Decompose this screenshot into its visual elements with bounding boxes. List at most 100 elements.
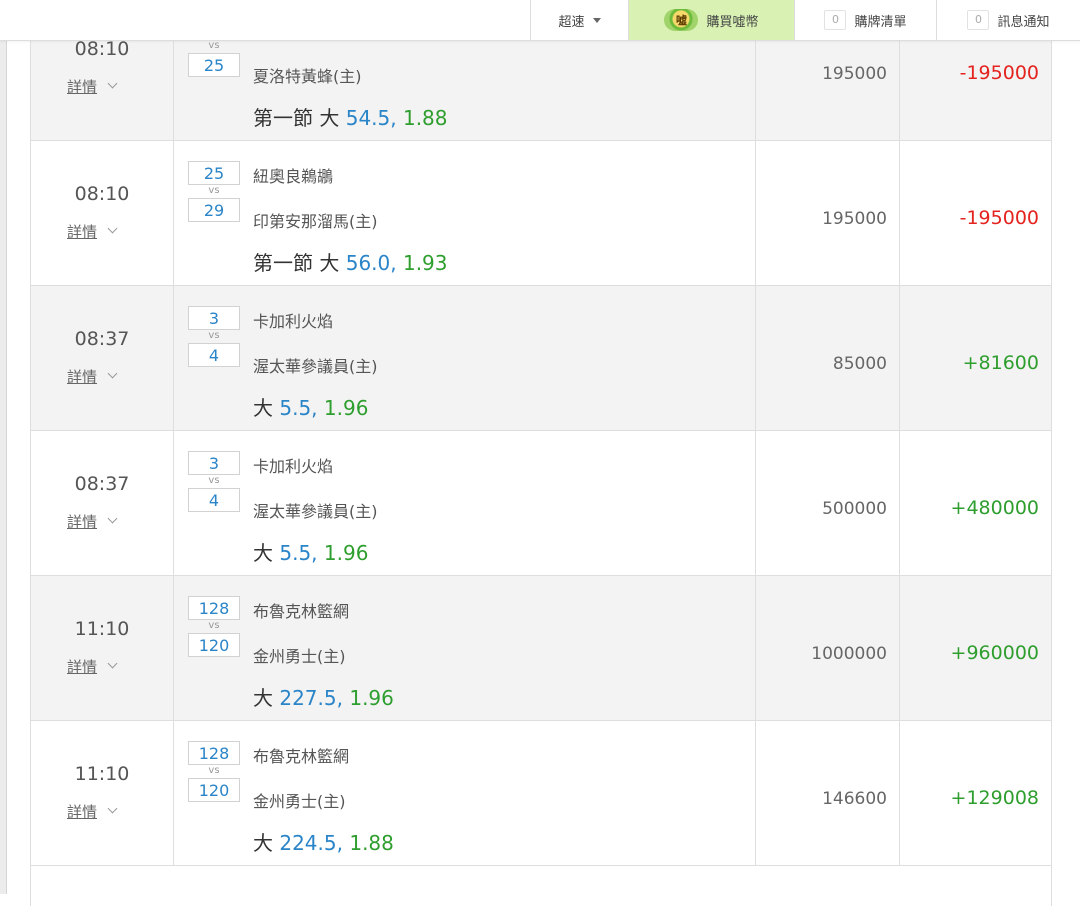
stake-amount: 500000 — [822, 499, 887, 519]
bet-odds: 1.96 — [317, 541, 369, 565]
score-box: 128 vs 120 — [188, 741, 240, 802]
bet-record-row: 11:10 詳情 128 vs 120 布魯克林籃網 金州勇士(主) 大 227… — [30, 576, 1052, 721]
bet-odds: 1.93 — [396, 251, 448, 275]
away-team-name: 紐奧良鵜鶘 — [253, 167, 334, 186]
home-team-name: 渥太華參議員(主) — [253, 357, 378, 376]
vs-label: vs — [208, 475, 220, 486]
score-box: 25 vs 29 — [188, 161, 240, 222]
vs-label: vs — [208, 185, 220, 196]
home-team-name: 金州勇士(主) — [253, 647, 346, 666]
messages-count-badge: 0 — [967, 10, 990, 30]
page-left-border — [0, 0, 7, 894]
home-score: 4 — [188, 488, 240, 512]
away-score: 128 — [188, 596, 240, 620]
bet-odds: 1.88 — [342, 831, 394, 855]
bet-record-row: 11:10 詳情 128 vs 120 布魯克林籃網 金州勇士(主) 大 224… — [30, 721, 1052, 866]
bet-line: 227.5, — [279, 686, 343, 710]
buy-coin-label: 購買噓幣 — [706, 14, 759, 30]
stake-amount: 146600 — [822, 789, 887, 809]
result-amount: +480000 — [950, 497, 1039, 519]
away-team-name: 布魯克林籃網 — [253, 602, 350, 621]
vs-label: vs — [208, 620, 220, 631]
bet-record-row: 08:37 詳情 3 vs 4 卡加利火焰 渥太華參議員(主) 大 5.5, 1… — [30, 286, 1052, 431]
game-time: 08:37 — [74, 328, 130, 350]
speed-label: 超速 — [558, 14, 585, 30]
bet-pick: 大 5.5, 1.96 — [253, 537, 368, 566]
game-time: 08:10 — [74, 38, 130, 60]
detail-label: 詳情 — [67, 368, 98, 386]
result-amount: +960000 — [950, 642, 1039, 664]
result-amount: +81600 — [962, 352, 1039, 374]
detail-toggle[interactable]: 詳情 — [67, 366, 118, 387]
home-team-name: 夏洛特黃蜂(主) — [253, 67, 362, 86]
speed-dropdown[interactable]: 超速 — [530, 0, 628, 40]
chevron-down-icon — [107, 223, 118, 234]
bet-line: 5.5, — [279, 396, 318, 420]
bet-type: 大 — [253, 831, 280, 855]
detail-label: 詳情 — [67, 513, 98, 531]
bet-odds: 1.96 — [317, 396, 369, 420]
detail-toggle[interactable]: 詳情 — [67, 221, 118, 242]
column-divider — [173, 576, 174, 720]
away-team-name: 卡加利火焰 — [253, 312, 334, 331]
bet-record-row: 08:37 詳情 3 vs 4 卡加利火焰 渥太華參議員(主) 大 5.5, 1… — [30, 431, 1052, 576]
detail-label: 詳情 — [67, 803, 98, 821]
result-amount: -195000 — [959, 207, 1039, 229]
home-score: 120 — [188, 633, 240, 657]
bet-list-label: 購牌清單 — [854, 14, 907, 30]
bet-line: 5.5, — [279, 541, 318, 565]
messages-button[interactable]: 0 訊息通知 — [936, 0, 1080, 40]
detail-label: 詳情 — [67, 223, 98, 241]
bet-pick: 大 5.5, 1.96 — [253, 392, 368, 421]
chevron-down-icon — [107, 803, 118, 814]
away-team-name: 卡加利火焰 — [253, 457, 334, 476]
detail-toggle[interactable]: 詳情 — [67, 801, 118, 822]
column-divider — [173, 721, 174, 865]
bet-type: 大 — [253, 541, 280, 565]
bet-type: 第一節 大 — [253, 251, 346, 275]
score-box: 128 vs 120 — [188, 596, 240, 657]
bet-odds: 1.96 — [342, 686, 394, 710]
bet-list-button[interactable]: 0 購牌清單 — [794, 0, 936, 40]
coin-icon: 噓 — [664, 9, 699, 31]
vs-label: vs — [208, 40, 220, 51]
buy-coin-button[interactable]: 噓 購買噓幣 — [628, 0, 794, 40]
result-amount: +129008 — [950, 787, 1039, 809]
bet-line: 56.0, — [345, 251, 397, 275]
detail-label: 詳情 — [67, 78, 98, 96]
home-team-name: 印第安那溜馬(主) — [253, 212, 378, 231]
bet-list-count-badge: 0 — [824, 10, 847, 30]
bet-type: 第一節 大 — [253, 106, 346, 130]
bet-type: 大 — [253, 396, 280, 420]
bet-odds: 1.88 — [396, 106, 448, 130]
bet-pick: 第一節 大 56.0, 1.93 — [253, 247, 448, 276]
bet-pick: 大 224.5, 1.88 — [253, 827, 394, 856]
detail-toggle[interactable]: 詳情 — [67, 76, 118, 97]
game-time: 11:10 — [74, 763, 130, 785]
stake-amount: 1000000 — [811, 644, 887, 664]
messages-label: 訊息通知 — [997, 14, 1050, 30]
chevron-down-icon — [107, 78, 118, 89]
game-time: 08:10 — [74, 183, 130, 205]
chevron-down-icon — [107, 368, 118, 379]
away-score: 128 — [188, 741, 240, 765]
stake-amount: 195000 — [822, 64, 887, 84]
chevron-down-icon — [107, 513, 118, 524]
bet-line: 224.5, — [279, 831, 343, 855]
bet-line: 54.5, — [345, 106, 397, 130]
vs-label: vs — [208, 330, 220, 341]
away-score: 3 — [188, 451, 240, 475]
detail-toggle[interactable]: 詳情 — [67, 511, 118, 532]
next-row-partial — [30, 866, 1052, 906]
away-score: 3 — [188, 306, 240, 330]
result-amount: -195000 — [959, 62, 1039, 84]
stake-amount: 195000 — [822, 209, 887, 229]
column-divider — [173, 141, 174, 285]
home-score: 120 — [188, 778, 240, 802]
top-nav-bar: 超速 噓 購買噓幣 0 購牌清單 0 訊息通知 — [0, 0, 1080, 41]
bet-type: 大 — [253, 686, 280, 710]
detail-toggle[interactable]: 詳情 — [67, 656, 118, 677]
column-divider — [173, 431, 174, 575]
score-box: 3 vs 4 — [188, 451, 240, 512]
away-team-name: 布魯克林籃網 — [253, 747, 350, 766]
